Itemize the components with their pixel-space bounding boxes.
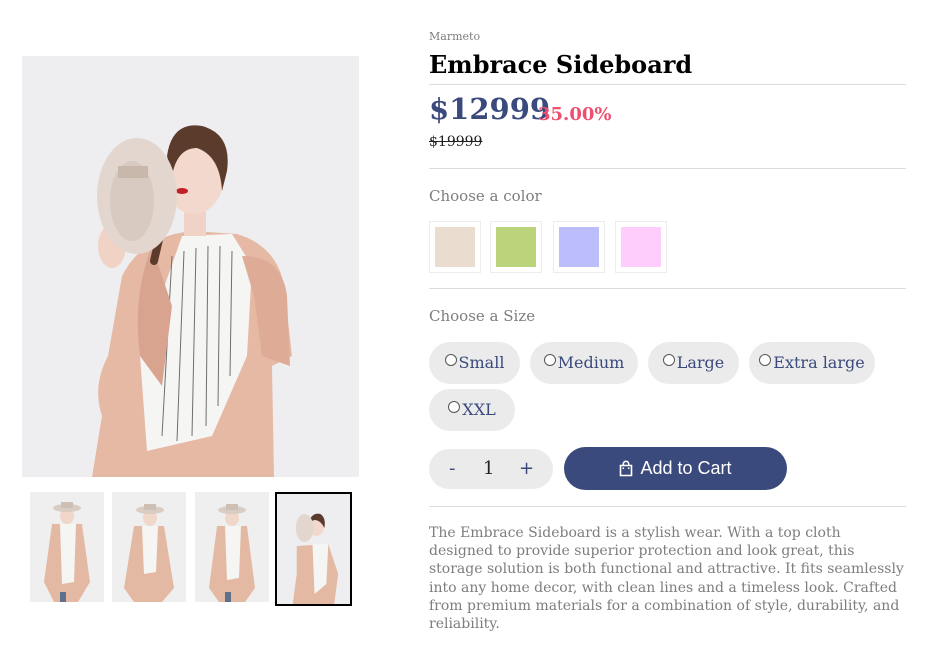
swatch-fill bbox=[435, 227, 475, 267]
quantity-value: 1 bbox=[483, 458, 495, 479]
color-swatch-lavender[interactable] bbox=[553, 221, 605, 273]
discount-percentage: 35.00% bbox=[538, 104, 612, 125]
quantity-increase-button[interactable]: + bbox=[519, 449, 534, 489]
radio-icon[interactable] bbox=[662, 354, 675, 366]
size-option-large[interactable]: Large bbox=[648, 342, 739, 384]
radio-icon[interactable] bbox=[543, 354, 556, 366]
color-swatch-pink[interactable] bbox=[615, 221, 667, 273]
thumbnail-photo bbox=[30, 492, 104, 602]
thumbnail-2[interactable] bbox=[112, 492, 186, 602]
radio-icon[interactable] bbox=[759, 354, 772, 366]
divider bbox=[429, 168, 906, 169]
product-description: The Embrace Sideboard is a stylish wear.… bbox=[429, 525, 904, 633]
thumbnail-1[interactable] bbox=[30, 492, 104, 602]
main-product-image bbox=[22, 56, 359, 477]
size-option-medium[interactable]: Medium bbox=[530, 342, 638, 384]
size-option-xxl[interactable]: XXL bbox=[429, 389, 515, 431]
size-option-small[interactable]: Small bbox=[429, 342, 520, 384]
swatch-fill bbox=[496, 227, 536, 267]
radio-icon[interactable] bbox=[448, 401, 461, 413]
thumbnail-photo bbox=[112, 492, 186, 602]
thumbnail-4-selected[interactable] bbox=[275, 492, 352, 606]
color-label: Choose a color bbox=[429, 187, 542, 205]
color-swatch-beige[interactable] bbox=[429, 221, 481, 273]
thumbnail-strip bbox=[28, 492, 354, 606]
size-option-label: Large bbox=[676, 353, 725, 372]
divider bbox=[429, 288, 906, 289]
size-option-label: Small bbox=[458, 353, 505, 372]
add-to-cart-button[interactable]: Add to Cart bbox=[564, 447, 787, 490]
size-option-label: XXL bbox=[462, 400, 496, 419]
product-price: $12999 bbox=[429, 92, 551, 126]
divider bbox=[429, 84, 906, 85]
color-swatch-green[interactable] bbox=[490, 221, 542, 273]
thumbnail-photo bbox=[195, 492, 269, 602]
size-label: Choose a Size bbox=[429, 307, 536, 325]
quantity-stepper: - 1 + bbox=[429, 449, 553, 489]
radio-icon[interactable] bbox=[444, 354, 457, 366]
size-option-label: Extra large bbox=[773, 353, 865, 372]
compare-at-price: $19999 bbox=[429, 134, 483, 150]
quantity-decrease-button[interactable]: - bbox=[449, 449, 456, 489]
add-to-cart-label: Add to Cart bbox=[640, 458, 732, 478]
vendor-name: Marmeto bbox=[429, 30, 481, 43]
shopping-bag-icon bbox=[620, 460, 633, 477]
divider bbox=[429, 506, 906, 507]
size-option-extra-large[interactable]: Extra large bbox=[749, 342, 875, 384]
swatch-fill bbox=[559, 227, 599, 267]
size-option-label: Medium bbox=[557, 353, 625, 372]
thumbnail-photo bbox=[277, 494, 350, 604]
thumbnail-3[interactable] bbox=[195, 492, 269, 602]
model-photo bbox=[22, 56, 359, 477]
swatch-fill bbox=[621, 227, 661, 267]
product-title: Embrace Sideboard bbox=[429, 50, 693, 79]
